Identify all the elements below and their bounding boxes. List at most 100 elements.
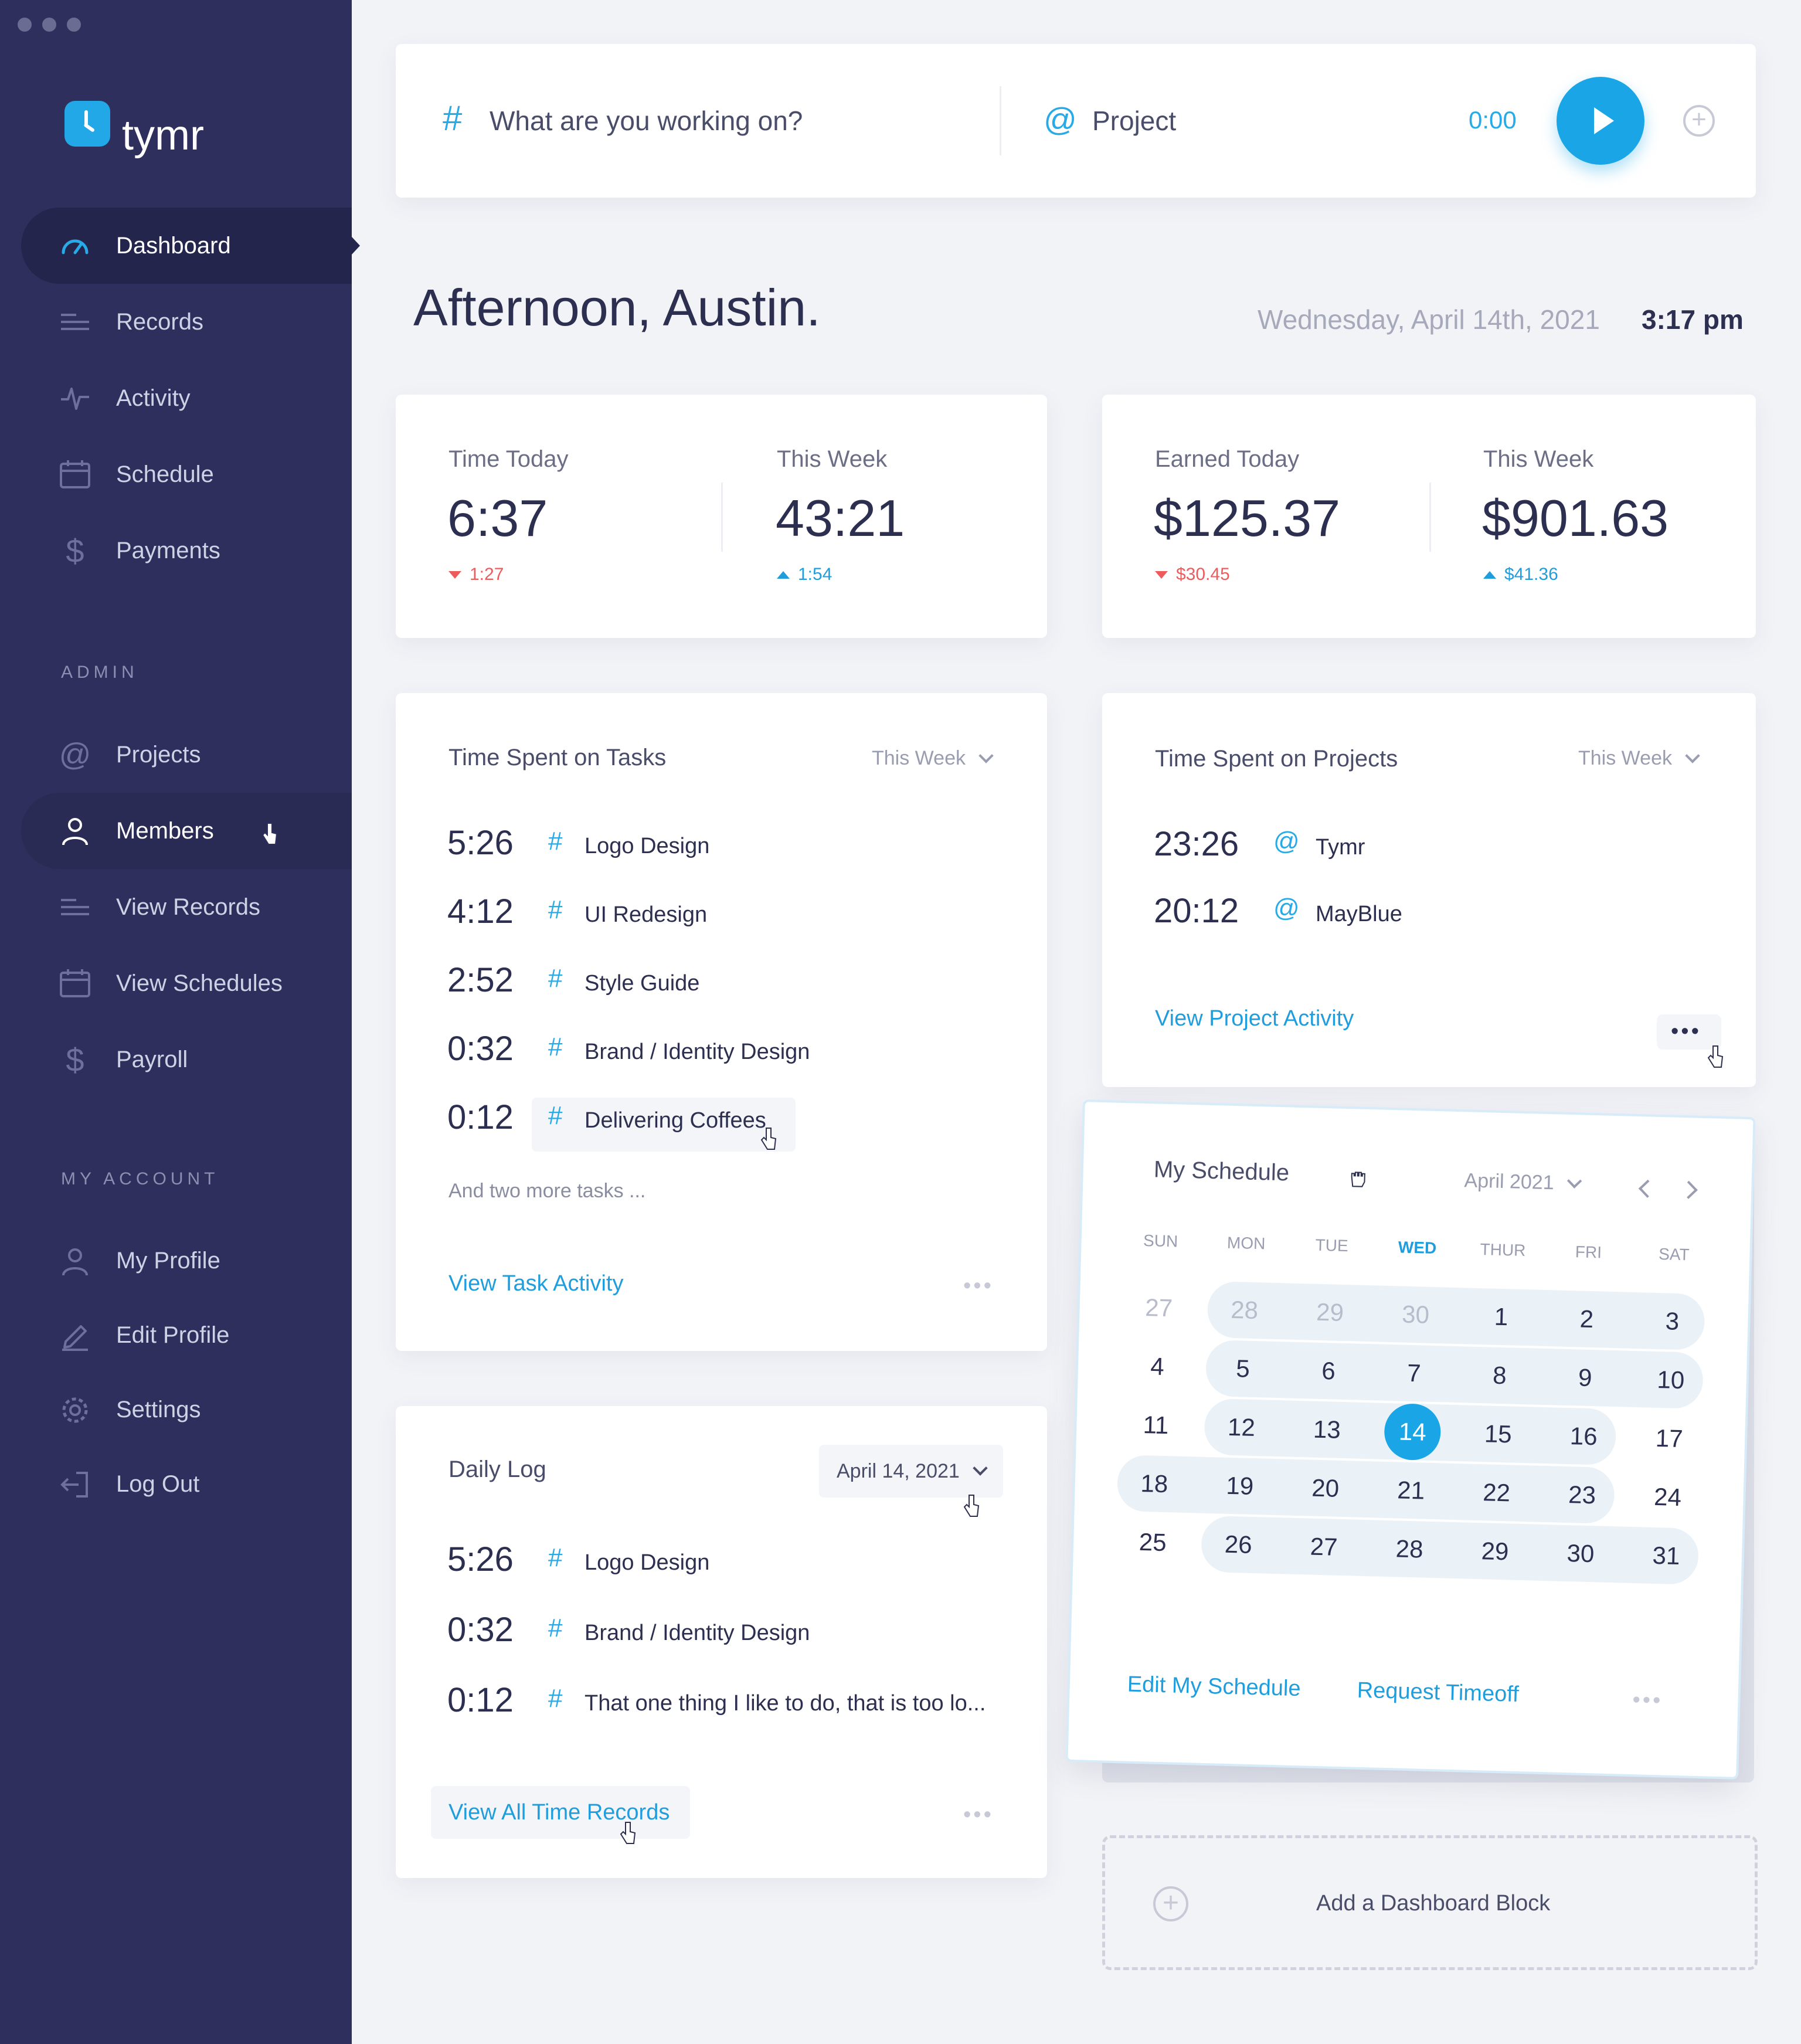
projects-card: Time Spent on Projects This Week 23:26 @…: [1102, 693, 1756, 1087]
chevron-down-icon: [1685, 748, 1700, 763]
sidebar-item-records[interactable]: Records: [21, 284, 352, 360]
project-select[interactable]: Project: [1092, 105, 1176, 137]
hash-icon: #: [548, 1033, 563, 1061]
at-icon: @: [1273, 894, 1300, 922]
sidebar-item-edit-profile[interactable]: Edit Profile: [21, 1298, 352, 1373]
weekday-label: MON: [1226, 1233, 1266, 1253]
sidebar-item-my-profile[interactable]: My Profile: [21, 1224, 352, 1298]
sidebar-item-members[interactable]: Members: [21, 793, 352, 869]
calendar-day[interactable]: 22: [1463, 1464, 1529, 1522]
down-arrow-icon: [1155, 571, 1168, 579]
sidebar-item-label: Members: [116, 817, 214, 844]
calendar-day[interactable]: 30: [1548, 1524, 1613, 1583]
sidebar-item-payments[interactable]: $ Payments: [21, 512, 352, 589]
calendar-day[interactable]: 7: [1381, 1344, 1447, 1403]
period-filter[interactable]: This Week: [1578, 747, 1700, 770]
calendar-day[interactable]: 11: [1123, 1396, 1188, 1454]
calendar-day[interactable]: 30: [1382, 1286, 1448, 1344]
view-all-time-records-link[interactable]: View All Time Records: [448, 1800, 670, 1825]
calendar-day[interactable]: 27: [1291, 1518, 1357, 1576]
more-options-icon[interactable]: •••: [963, 1274, 994, 1299]
calendar-day[interactable]: 28: [1377, 1520, 1442, 1578]
sidebar-item-settings[interactable]: Settings: [21, 1373, 352, 1447]
week-band: [1205, 1339, 1704, 1410]
calendar-day[interactable]: 3: [1639, 1292, 1705, 1350]
log-label[interactable]: Brand / Identity Design: [585, 1621, 810, 1646]
hash-icon: #: [548, 827, 563, 855]
calendar-day[interactable]: 23: [1549, 1466, 1615, 1524]
calendar-day[interactable]: 17: [1636, 1410, 1702, 1468]
add-dashboard-block[interactable]: + Add a Dashboard Block: [1102, 1835, 1758, 1970]
sidebar-item-payroll[interactable]: $ Payroll: [21, 1021, 352, 1098]
calendar-day[interactable]: 15: [1465, 1405, 1531, 1463]
task-label[interactable]: Logo Design: [585, 834, 709, 859]
calendar-day[interactable]: 8: [1467, 1347, 1532, 1405]
next-month-icon[interactable]: [1679, 1180, 1698, 1199]
request-timeoff-link[interactable]: Request Timeoff: [1357, 1678, 1519, 1707]
calendar-day[interactable]: 4: [1124, 1337, 1190, 1396]
card-title: Daily Log: [448, 1456, 546, 1482]
view-task-activity-link[interactable]: View Task Activity: [448, 1271, 624, 1296]
schedule-card[interactable]: My Schedule April 2021 SUN MON TUE WED T…: [1065, 1099, 1756, 1780]
task-label[interactable]: Style Guide: [585, 971, 699, 996]
month-select[interactable]: April 2021: [1464, 1169, 1582, 1195]
sidebar-item-schedule[interactable]: Schedule: [21, 436, 352, 512]
add-icon[interactable]: +: [1683, 105, 1715, 137]
at-icon: @: [1273, 827, 1300, 855]
weekday-label: WED: [1398, 1238, 1437, 1258]
sidebar-item-view-records[interactable]: View Records: [21, 869, 352, 945]
calendar-day[interactable]: 20: [1293, 1459, 1358, 1517]
sidebar-item-label: Records: [116, 308, 203, 335]
earnings-stats-card: Earned Today $125.37 $30.45 This Week $9…: [1102, 395, 1756, 638]
sidebar-item-label: Payroll: [116, 1046, 188, 1072]
calendar-day[interactable]: 1: [1468, 1288, 1534, 1346]
hash-icon: #: [548, 895, 563, 924]
prev-month-icon[interactable]: [1638, 1179, 1657, 1198]
play-button[interactable]: [1557, 77, 1644, 165]
logo[interactable]: tymr: [64, 88, 204, 159]
calendar-day[interactable]: 25: [1120, 1513, 1185, 1571]
calendar-day[interactable]: 19: [1207, 1457, 1273, 1515]
log-label[interactable]: That one thing I like to do, that is too…: [585, 1691, 986, 1716]
task-label[interactable]: Delivering Coffees: [585, 1108, 766, 1133]
calendar-day[interactable]: 31: [1633, 1527, 1699, 1585]
project-label[interactable]: Tymr: [1316, 835, 1365, 860]
calendar-day[interactable]: 29: [1462, 1522, 1528, 1580]
edit-schedule-link[interactable]: Edit My Schedule: [1127, 1672, 1301, 1702]
sidebar-item-activity[interactable]: Activity: [21, 360, 352, 436]
more-options-icon[interactable]: •••: [1632, 1688, 1663, 1713]
sidebar-item-log-out[interactable]: Log Out: [21, 1447, 352, 1522]
sidebar-item-projects[interactable]: @ Projects: [21, 717, 352, 793]
calendar-day[interactable]: 27: [1126, 1279, 1191, 1337]
calendar-day[interactable]: 2: [1554, 1290, 1619, 1348]
task-input[interactable]: What are you working on?: [490, 105, 803, 137]
calendar-day[interactable]: 18: [1122, 1455, 1187, 1513]
window-controls[interactable]: [18, 18, 81, 32]
sidebar-item-dashboard[interactable]: Dashboard: [21, 208, 360, 284]
period-filter[interactable]: This Week: [872, 747, 994, 770]
view-project-activity-link[interactable]: View Project Activity: [1155, 1006, 1354, 1031]
project-label[interactable]: MayBlue: [1316, 902, 1402, 927]
calendar-day[interactable]: 16: [1551, 1407, 1616, 1465]
calendar-day-today[interactable]: 14: [1379, 1403, 1445, 1461]
calendar-day[interactable]: 9: [1552, 1349, 1618, 1407]
calendar-day[interactable]: 5: [1210, 1340, 1276, 1398]
more-options-icon[interactable]: •••: [963, 1802, 994, 1828]
calendar-day[interactable]: 28: [1211, 1281, 1277, 1339]
calendar-day[interactable]: 10: [1638, 1351, 1704, 1409]
calendar-day[interactable]: 21: [1378, 1462, 1443, 1520]
filter-label: This Week: [1578, 747, 1672, 769]
task-label[interactable]: Brand / Identity Design: [585, 1040, 810, 1065]
month-label: April 2021: [1464, 1169, 1555, 1194]
log-time: 0:12: [447, 1681, 514, 1719]
calendar-day[interactable]: 24: [1635, 1468, 1700, 1526]
calendar-day[interactable]: 12: [1208, 1398, 1274, 1456]
date-select[interactable]: April 14, 2021: [819, 1445, 1003, 1498]
task-label[interactable]: UI Redesign: [585, 902, 707, 928]
calendar-day[interactable]: 13: [1294, 1401, 1360, 1459]
log-label[interactable]: Logo Design: [585, 1550, 709, 1576]
calendar-day[interactable]: 29: [1297, 1284, 1362, 1342]
sidebar-item-view-schedules[interactable]: View Schedules: [21, 945, 352, 1021]
calendar-day[interactable]: 26: [1205, 1516, 1271, 1574]
calendar-day[interactable]: 6: [1296, 1342, 1361, 1400]
